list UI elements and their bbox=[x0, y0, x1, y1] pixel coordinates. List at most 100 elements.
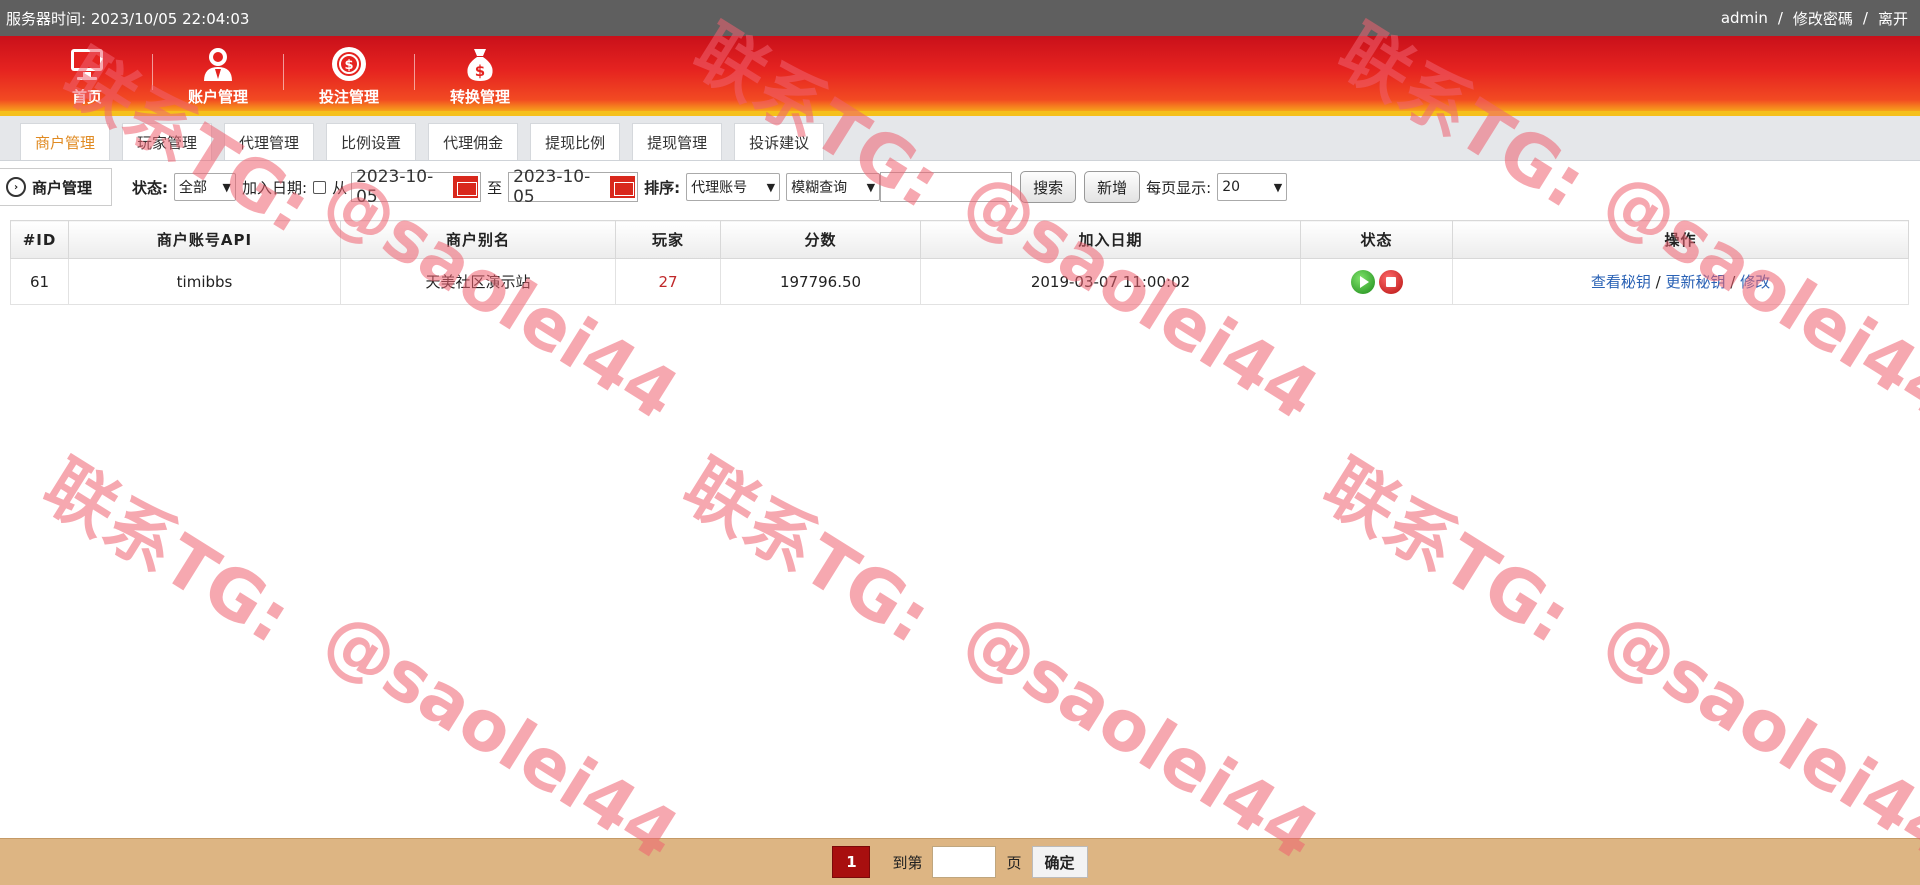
nav-item-label: 首页 bbox=[71, 88, 102, 106]
tab-agent-commission[interactable]: 代理佣金 bbox=[428, 123, 519, 160]
sort-select[interactable]: 代理账号 ▼ bbox=[686, 173, 781, 201]
tab-ratio[interactable]: 比例设置 bbox=[326, 123, 417, 160]
date-from-value: 2023-10-05 bbox=[356, 167, 434, 207]
cell-api: timibbs bbox=[68, 258, 341, 305]
filter-toolbar: › 商户管理 状态: 全部 ▼ 加入日期: 从 2023-10-05 至 202… bbox=[0, 161, 1920, 213]
date-from-input[interactable]: 2023-10-05 bbox=[351, 167, 482, 207]
search-input[interactable] bbox=[880, 172, 1013, 202]
view-key-link[interactable]: 查看秘钥 bbox=[1591, 273, 1651, 291]
edit-link[interactable]: 修改 bbox=[1740, 273, 1770, 291]
watermark: @saolei44 bbox=[949, 594, 1333, 877]
col-header-actions: 操作 bbox=[1452, 220, 1909, 259]
logout-link[interactable]: 离开 bbox=[1878, 8, 1908, 29]
cell-joined: 2019-03-07 11:00:02 bbox=[920, 258, 1301, 305]
tab-players[interactable]: 玩家管理 bbox=[122, 123, 213, 160]
separator: / bbox=[1777, 9, 1783, 27]
tab-complaints[interactable]: 投诉建议 bbox=[734, 123, 825, 160]
calendar-icon[interactable] bbox=[609, 176, 636, 198]
merchant-table: #ID 商户账号API 商户别名 玩家 分数 加入日期 状态 操作 61 tim… bbox=[10, 220, 1909, 305]
tab-withdraw-ratio[interactable]: 提现比例 bbox=[530, 123, 621, 160]
chevron-down-icon: ▼ bbox=[1273, 180, 1283, 194]
col-header-players: 玩家 bbox=[615, 220, 721, 259]
sort-select-value: 代理账号 bbox=[691, 180, 748, 196]
server-time-value: 2023/10/05 22:04:03 bbox=[90, 9, 250, 28]
cell-players[interactable]: 27 bbox=[615, 258, 721, 305]
date-to-input[interactable]: 2023-10-05 bbox=[508, 167, 639, 207]
nav-item-accounts[interactable]: 账户管理 bbox=[153, 36, 283, 111]
nav-item-bets[interactable]: $ 投注管理 bbox=[284, 36, 414, 111]
server-time: 服务器时间: 2023/10/05 22:04:03 bbox=[6, 8, 249, 29]
nav-item-home[interactable]: 首页 bbox=[22, 36, 152, 111]
disable-icon[interactable] bbox=[1378, 269, 1403, 294]
top-bar: 服务器时间: 2023/10/05 22:04:03 admin / 修改密碼 … bbox=[0, 0, 1920, 36]
svg-text:$: $ bbox=[475, 62, 485, 80]
cell-actions: 查看秘钥 / 更新秘钥 / 修改 bbox=[1452, 258, 1909, 305]
nav-item-label: 账户管理 bbox=[187, 88, 248, 106]
col-header-api: 商户账号API bbox=[68, 220, 341, 259]
enable-icon[interactable] bbox=[1350, 269, 1375, 294]
calendar-icon[interactable] bbox=[452, 176, 479, 198]
change-password-link[interactable]: 修改密碼 bbox=[1793, 8, 1853, 29]
username: admin bbox=[1720, 9, 1768, 27]
status-label: 状态: bbox=[132, 178, 168, 197]
status-select-value: 全部 bbox=[179, 180, 207, 196]
watermark: 联系TG: bbox=[669, 444, 945, 660]
per-page-select[interactable]: 20 ▼ bbox=[1217, 173, 1288, 201]
col-header-id: #ID bbox=[10, 220, 69, 259]
to-label: 至 bbox=[487, 178, 503, 197]
status-select[interactable]: 全部 ▼ bbox=[174, 173, 236, 201]
tab-withdraw[interactable]: 提现管理 bbox=[632, 123, 723, 160]
query-mode-value: 模糊查询 bbox=[791, 180, 848, 196]
separator: / bbox=[1862, 9, 1868, 27]
col-header-alias: 商户别名 bbox=[340, 220, 616, 259]
tab-merchant[interactable]: 商户管理 bbox=[20, 123, 111, 160]
date-filter-checkbox[interactable] bbox=[313, 180, 327, 194]
col-header-score: 分数 bbox=[720, 220, 921, 259]
watermark: @saolei44 bbox=[1589, 594, 1920, 877]
casino-chip-icon: $ bbox=[329, 44, 369, 84]
action-separator: / bbox=[1730, 273, 1736, 291]
page-label: 页 bbox=[1006, 853, 1022, 872]
tab-agents[interactable]: 代理管理 bbox=[224, 123, 315, 160]
chevron-right-icon: › bbox=[6, 177, 26, 197]
cell-alias: 天美社区演示站 bbox=[340, 258, 616, 305]
action-separator: / bbox=[1655, 273, 1661, 291]
cell-score: 197796.50 bbox=[720, 258, 921, 305]
per-page-value: 20 bbox=[1222, 179, 1241, 195]
chevron-down-icon: ▼ bbox=[222, 180, 231, 194]
table-header-row: #ID 商户账号API 商户别名 玩家 分数 加入日期 状态 操作 bbox=[10, 220, 1909, 259]
chevron-down-icon: ▼ bbox=[866, 180, 876, 194]
watermark: 联系TG: bbox=[29, 444, 305, 660]
chevron-down-icon: ▼ bbox=[766, 180, 776, 194]
user-links: admin / 修改密碼 / 离开 bbox=[1721, 8, 1908, 29]
date-to-value: 2023-10-05 bbox=[513, 167, 591, 207]
section-title-text: 商户管理 bbox=[32, 178, 93, 197]
cell-id: 61 bbox=[10, 258, 69, 305]
cell-status bbox=[1300, 258, 1453, 305]
add-button[interactable]: 新增 bbox=[1084, 171, 1141, 203]
user-icon bbox=[198, 44, 238, 84]
nav-item-label: 转换管理 bbox=[449, 88, 510, 106]
sort-label: 排序: bbox=[644, 178, 681, 197]
svg-text:$: $ bbox=[344, 58, 353, 73]
query-mode-select[interactable]: 模糊查询 ▼ bbox=[786, 173, 881, 201]
monitor-icon bbox=[67, 44, 107, 84]
per-page-label: 每页显示: bbox=[1146, 178, 1212, 197]
section-title: › 商户管理 bbox=[0, 168, 112, 206]
tab-bar: 商户管理 玩家管理 代理管理 比例设置 代理佣金 提现比例 提现管理 投诉建议 bbox=[0, 116, 1920, 161]
pagination-bar: 1 到第 页 确定 bbox=[0, 838, 1920, 885]
page-1-button[interactable]: 1 bbox=[832, 846, 871, 878]
nav-item-exchange[interactable]: $ 转换管理 bbox=[415, 36, 545, 111]
col-header-joined: 加入日期 bbox=[920, 220, 1301, 259]
update-key-link[interactable]: 更新秘钥 bbox=[1665, 273, 1725, 291]
table-row: 61 timibbs 天美社区演示站 27 197796.50 2019-03-… bbox=[10, 258, 1909, 305]
page-number-input[interactable] bbox=[932, 846, 997, 878]
goto-label: 到第 bbox=[892, 853, 923, 872]
server-time-label: 服务器时间: bbox=[6, 9, 87, 28]
from-label: 从 bbox=[332, 178, 348, 197]
watermark: 联系TG: bbox=[1309, 444, 1585, 660]
watermark: @saolei44 bbox=[309, 594, 693, 877]
join-date-label: 加入日期: bbox=[242, 178, 308, 197]
search-button[interactable]: 搜索 bbox=[1020, 171, 1077, 203]
confirm-page-button[interactable]: 确定 bbox=[1031, 846, 1088, 878]
